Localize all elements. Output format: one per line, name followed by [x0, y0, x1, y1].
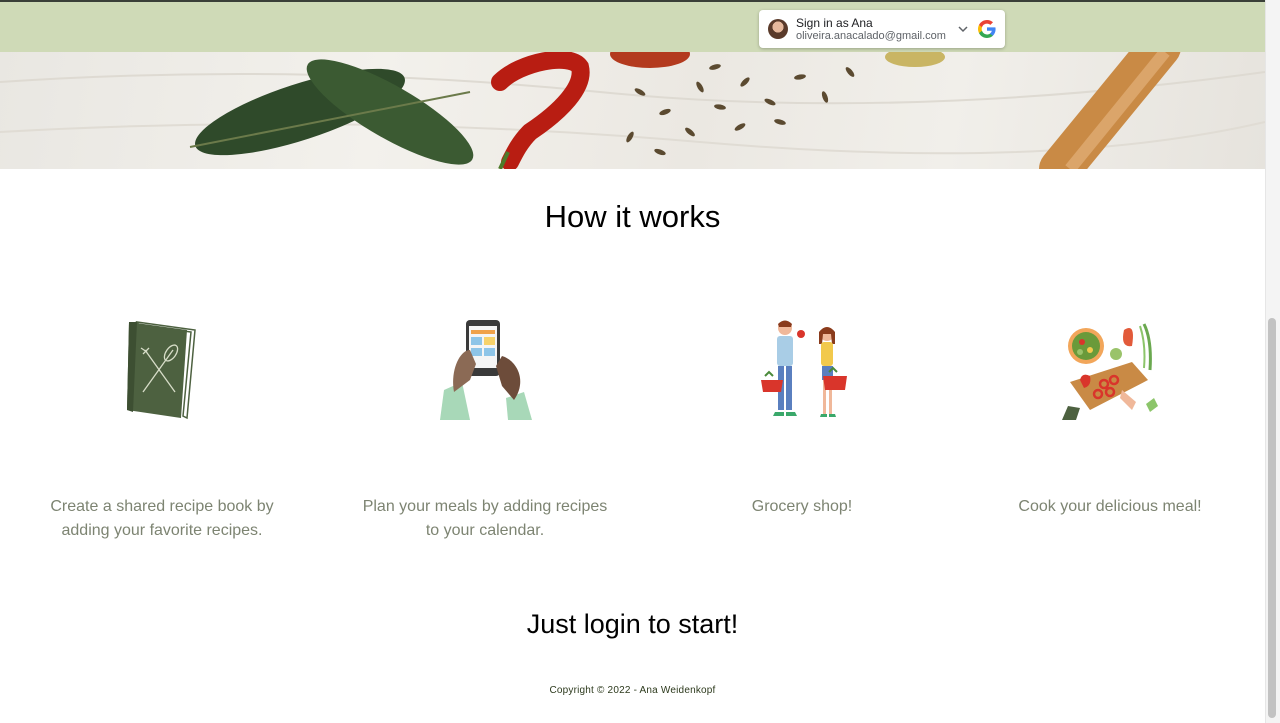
step-caption: Create a shared recipe book by adding yo…	[50, 498, 274, 539]
chevron-down-icon[interactable]	[958, 24, 968, 34]
user-avatar	[768, 19, 788, 39]
signin-title: Sign in as Ana	[796, 16, 873, 30]
hero-illustration	[0, 52, 1265, 169]
header-bar: Sign in as Ana oliveira.anacalado@gmail.…	[0, 2, 1265, 52]
step-caption: Cook your delicious meal!	[1018, 498, 1202, 515]
grocery-shoppers-icon	[761, 320, 847, 417]
google-signin-prompt[interactable]: Sign in as Ana oliveira.anacalado@gmail.…	[759, 10, 1005, 48]
recipe-book-icon	[127, 321, 196, 420]
google-logo-icon	[978, 20, 996, 38]
signin-email: oliveira.anacalado@gmail.com	[796, 30, 946, 42]
hero-spices-image	[0, 52, 1265, 169]
how-it-works-title: How it works	[544, 199, 721, 234]
step-caption: Plan your meals by adding recipes to you…	[362, 498, 608, 539]
cooking-board-icon	[1062, 323, 1158, 420]
scrollbar-thumb[interactable]	[1268, 318, 1276, 718]
step-caption: Grocery shop!	[751, 498, 853, 515]
footer-copyright: Copyright © 2022 - Ana Weidenkopf	[549, 685, 716, 696]
login-cta-heading: Just login to start!	[526, 609, 739, 639]
phone-calendar-icon	[440, 320, 532, 420]
